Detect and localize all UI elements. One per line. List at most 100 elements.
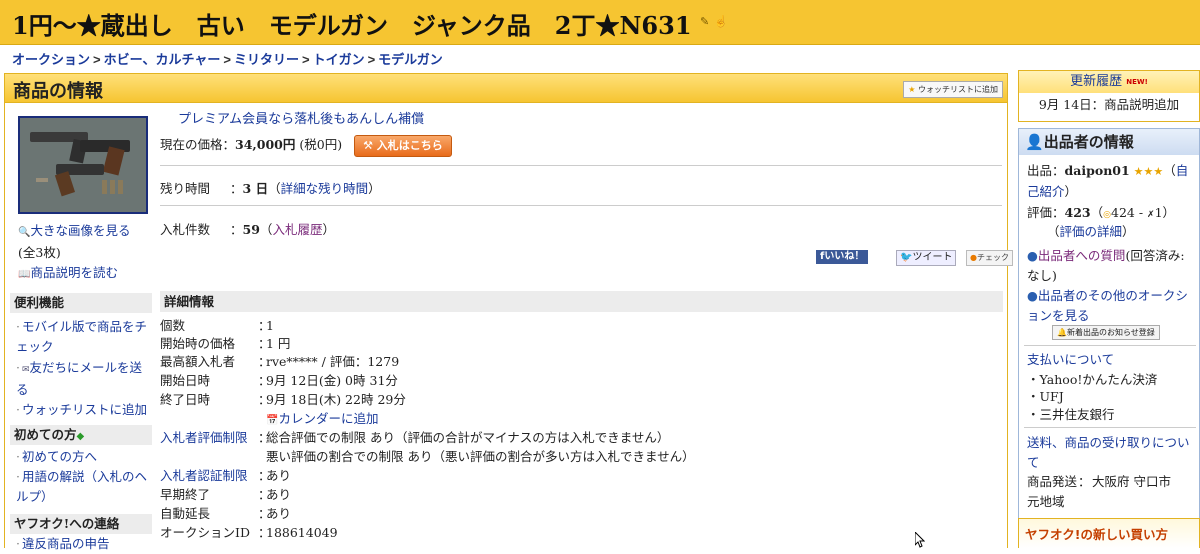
rating-stars-icon: ★★★ [1133, 165, 1164, 178]
price-value: 34,000円 [235, 137, 296, 152]
price-row: 現在の価格：34,000円 (税0円) ⚒ 入札はこちら [160, 134, 1002, 157]
pen-icon: ✎ [700, 15, 710, 28]
calendar-row: 📅カレンダーに追加 [266, 410, 378, 430]
person-icon: 👤 [1025, 133, 1044, 151]
payment-method: ・UFJ [1027, 389, 1064, 404]
shipping-header-row: 送料、商品の受け取りについて [1027, 433, 1195, 473]
mobile-check-link[interactable]: モバイル版で商品をチェック [16, 319, 147, 354]
first-time-panel: 初めての方◆ · 初めての方へ · 用語の解説（入札のヘルプ） [10, 425, 152, 507]
tweet-button[interactable]: 🐦ツイート [896, 250, 957, 266]
bid-button[interactable]: ⚒ 入札はこちら [354, 134, 452, 157]
mouse-cursor-icon [915, 532, 925, 548]
star-icon: ★ [908, 85, 916, 94]
hammer-icon: ⚒ [363, 138, 373, 152]
contact-panel: ヤフオク!への連絡 · 違反商品の申告 [10, 514, 152, 554]
question-row: ●出品者への質問(回答済み:なし) [1027, 248, 1185, 283]
item-title: 1円～★蔵出し 古い モデルガン ジャンク品 2丁★N631 [12, 11, 692, 40]
remaining-value: 3 日 [242, 181, 269, 196]
facebook-like-button[interactable]: fいいね！ [816, 250, 869, 264]
divider [160, 165, 1002, 166]
breadcrumb-auction[interactable]: オークション [12, 52, 90, 67]
image-count: (全3枚) [18, 245, 61, 260]
item-info-title: 商品の情報 [13, 81, 103, 102]
title-bar: 1円～★蔵出し 古い モデルガン ジャンク品 2丁★N631 ✎ ☝ [0, 0, 1200, 45]
other-auctions-link[interactable]: 出品者のその他のオークションを見る [1027, 288, 1188, 323]
mail-icon: ✉ [21, 365, 30, 375]
bids-value: 59 [242, 222, 260, 237]
good-icon: ◎ [1103, 210, 1111, 220]
add-watchlist-link[interactable]: ウォッチリストに追加 [22, 402, 147, 417]
glossary-link[interactable]: 用語の解説（入札のヘルプ） [16, 469, 147, 504]
auth-limit-link[interactable]: 入札者認証制限 [160, 467, 260, 485]
premium-link[interactable]: プレミアム会員なら落札後もあんしん補償 [178, 112, 424, 127]
shipping-link[interactable]: 送料、商品の受け取りについて [1027, 435, 1190, 470]
bad-icon: ✗ [1147, 210, 1155, 220]
divider [1024, 427, 1196, 428]
add-calendar-link[interactable]: カレンダーに追加 [278, 411, 378, 426]
details-header: 詳細情報 [160, 291, 1003, 312]
twitter-icon: 🐦 [900, 252, 913, 263]
ship-from-colon: ： [1078, 474, 1091, 489]
watchlist-button[interactable]: ★ ウォッチリストに追加 [903, 81, 1003, 98]
seller-info-header: 👤出品者の情報 [1019, 129, 1199, 155]
item-info-header: 商品の情報 ★ ウォッチリストに追加 [4, 73, 1008, 103]
check-button[interactable]: ●チェック [966, 250, 1013, 266]
breadcrumb-hobby[interactable]: ホビー、カルチャー [104, 52, 221, 67]
email-friend-link[interactable]: 友だちにメールを送る [16, 360, 142, 397]
divider [160, 205, 1002, 206]
contact-header: ヤフオク!への連絡 [10, 514, 152, 534]
first-time-header: 初めての方◆ [10, 425, 152, 445]
breadcrumb: オークション > ホビー、カルチャー > ミリタリー > トイガン > モデルガン [12, 52, 443, 67]
bid-history-link[interactable]: 入札履歴 [272, 222, 322, 237]
view-large-image-link[interactable]: 大きな画像を見る [30, 223, 130, 238]
rating-value: 423 [1064, 205, 1091, 220]
new-badge: NEW! [1126, 78, 1148, 86]
bullet-icon: ● [1027, 288, 1038, 303]
new-buy-box[interactable]: ヤフオク!の新しい買い方 [1018, 518, 1200, 548]
bullet-icon: ● [1027, 248, 1038, 263]
new-buy-title: ヤフオク!の新しい買い方 [1025, 527, 1168, 542]
new-listing-notify-button[interactable]: 🔔新着出品のお知らせ登録 [1052, 325, 1160, 340]
remaining-row: 残り時間 ：3 日（詳細な残り時間） [160, 181, 381, 196]
update-history-box: 更新履歴 NEW! 9月 14日：商品説明追加 [1018, 70, 1200, 122]
rating-limit-link[interactable]: 入札者評価制限 [160, 429, 260, 447]
beginner-icon: ◆ [76, 431, 85, 442]
item-info-box [4, 103, 1008, 548]
hand-icon: ☝ [714, 15, 728, 28]
breadcrumb-modelgun[interactable]: モデルガン [378, 52, 443, 67]
payment-method: ・三井住友銀行 [1027, 407, 1115, 422]
ship-from-value: 大阪府 守口市 [1092, 474, 1171, 489]
rating-detail-row: （評価の詳細） [1047, 224, 1135, 239]
guns-image [20, 118, 146, 212]
magnifier-icon: 🔍 [18, 227, 31, 238]
payment-header-row: 支払いについて [1027, 350, 1114, 370]
remaining-label: 残り時間 [160, 181, 211, 196]
book-icon: 📖 [18, 269, 31, 280]
bids-label: 入札件数 [160, 222, 211, 237]
divider [1024, 345, 1196, 346]
seller-name: daipon01 [1064, 163, 1130, 178]
question-link[interactable]: 出品者への質問 [1038, 248, 1126, 263]
rating-detail-link[interactable]: 評価の詳細 [1060, 224, 1123, 239]
tools-header: 便利機能 [10, 293, 152, 313]
check-icon: ● [970, 253, 977, 262]
other-auctions-row: ●出品者のその他のオークションを見る [1027, 286, 1195, 326]
read-description-link[interactable]: 商品説明を読む [30, 265, 118, 280]
item-photo[interactable] [18, 116, 148, 214]
breadcrumb-military[interactable]: ミリタリー [234, 52, 299, 67]
calendar-icon: 📅 [266, 415, 279, 426]
price-tax: (税0円) [299, 137, 343, 152]
report-link[interactable]: 違反商品の申告 [22, 536, 110, 551]
ship-from-label: 商品発送元地域 [1027, 474, 1078, 509]
bell-icon: 🔔 [1057, 328, 1067, 337]
update-history-header[interactable]: 更新履歴 NEW! [1019, 71, 1199, 93]
price-label: 現在の価格 [160, 137, 223, 152]
first-time-link[interactable]: 初めての方へ [22, 449, 97, 464]
remaining-detail-link[interactable]: 詳細な残り時間 [281, 181, 369, 196]
update-history-text: 9月 14日：商品説明追加 [1038, 97, 1180, 112]
breadcrumb-toygun[interactable]: トイガン [313, 52, 365, 67]
payment-link[interactable]: 支払いについて [1027, 352, 1114, 367]
bids-row: 入札件数 ：59（入札履歴） [160, 222, 335, 237]
premium-row: プレミアム会員なら落札後もあんしん補償 [178, 108, 1020, 127]
seller-row: 出品：daipon01 ★★★（自己紹介） [1027, 163, 1189, 199]
